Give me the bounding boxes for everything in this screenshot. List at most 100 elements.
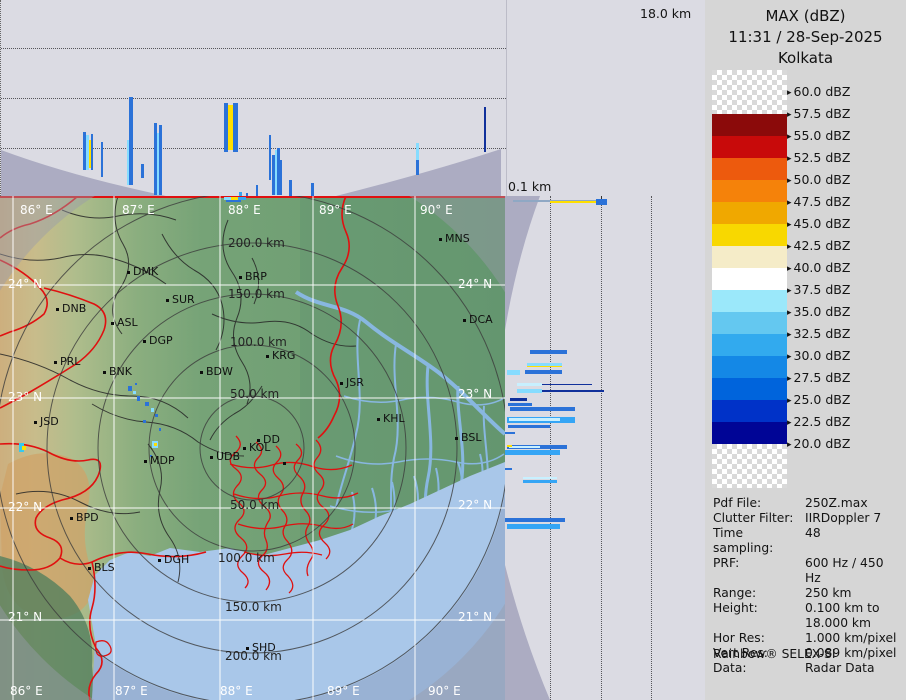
- station-label: PRL: [60, 355, 81, 368]
- echo-bar: [507, 524, 560, 529]
- echo-bar: [527, 366, 562, 367]
- info-value: 48: [805, 526, 821, 540]
- scale-label: ▸ 45.0 dBZ: [787, 216, 851, 231]
- echo-bar: [523, 477, 557, 479]
- echo-speck: [143, 420, 146, 423]
- scale-label: ▸ 57.5 dBZ: [787, 106, 851, 121]
- info-row: Hor Res: 1.000 km/pixel: [713, 631, 903, 646]
- scale-label: ▸ 37.5 dBZ: [787, 282, 851, 297]
- max-height-axis-label: 18.0 km: [640, 6, 692, 21]
- station-label: MNS: [445, 232, 470, 245]
- station-marker: [144, 460, 147, 463]
- echo-bar: [508, 403, 532, 406]
- scale-tick-arrow-icon: ▸: [787, 330, 792, 340]
- echo-bar: [505, 518, 565, 522]
- station-marker: [239, 276, 242, 279]
- height-gridline: [1, 48, 506, 49]
- info-value: 600 Hz / 450 Hz: [805, 556, 884, 585]
- echo-bar: [289, 180, 292, 196]
- echo-bar: [510, 407, 575, 411]
- info-row: Clutter Filter: IIRDoppler 7: [713, 511, 903, 526]
- station-label: DCA: [469, 313, 493, 326]
- range-ring-label: 150.0 km: [225, 600, 282, 614]
- coordinate-label: 23° N: [8, 390, 43, 404]
- coordinate-label: 86° E: [10, 684, 43, 698]
- station-marker: [143, 340, 146, 343]
- range-ring-label: 100.0 km: [230, 335, 287, 349]
- echo-bar: [484, 107, 486, 152]
- min-height-axis-label: 0.1 km: [508, 179, 552, 194]
- scale-swatch: [712, 246, 787, 268]
- height-gridline: [601, 196, 602, 700]
- station-label: BRP: [245, 270, 267, 283]
- scale-swatch: [712, 400, 787, 422]
- info-row: Range: 250 km: [713, 586, 903, 601]
- echo-bar: [509, 418, 560, 421]
- scale-label: ▸ 35.0 dBZ: [787, 304, 851, 319]
- info-value: Radar Data: [805, 661, 875, 675]
- scale-tick-arrow-icon: ▸: [787, 132, 792, 142]
- scale-swatch: [712, 180, 787, 202]
- scale-swatch: [712, 268, 787, 290]
- station-label: BDW: [206, 365, 233, 378]
- station-marker: [158, 559, 161, 562]
- coordinate-label: 90° E: [428, 684, 461, 698]
- info-row: PRF: 600 Hz / 450 Hz: [713, 556, 903, 586]
- station-marker: [377, 418, 380, 421]
- scale-tick-arrow-icon: ▸: [787, 286, 792, 296]
- scale-swatch: [712, 202, 787, 224]
- scale-tick-arrow-icon: ▸: [787, 374, 792, 384]
- echo-speck: [133, 391, 136, 394]
- station-marker: [127, 271, 130, 274]
- echo-bar: [525, 370, 562, 374]
- echo-speck: [155, 414, 158, 417]
- echo-speck: [137, 396, 140, 401]
- coordinate-label: 87° E: [115, 684, 148, 698]
- station-label: BPD: [76, 511, 99, 524]
- info-row: Height: 0.100 km to: [713, 601, 903, 616]
- station-label: BLS: [94, 561, 115, 574]
- scale-label: ▸ 40.0 dBZ: [787, 260, 851, 275]
- station-marker: [166, 299, 169, 302]
- coordinate-label: 87° E: [122, 203, 155, 217]
- echo-bar: [542, 384, 592, 385]
- echo-bar: [233, 103, 238, 152]
- side-height-profile-panel: [505, 196, 705, 700]
- info-label: Pdf File:: [713, 496, 762, 510]
- color-scale: [712, 70, 787, 488]
- echo-bar: [416, 143, 419, 160]
- scale-swatch: [712, 312, 787, 334]
- station-marker: [111, 322, 114, 325]
- echo-bar: [517, 383, 542, 386]
- coordinate-label: 24° N: [458, 277, 493, 291]
- echo-bar: [505, 468, 512, 470]
- scale-label: ▸ 20.0 dBZ: [787, 436, 851, 451]
- scale-label: ▸ 52.5 dBZ: [787, 150, 851, 165]
- station-label: ASL: [117, 316, 138, 329]
- echo-bar: [542, 390, 604, 392]
- range-ring-label: 50.0 km: [230, 387, 280, 401]
- radar-map: 200.0 km 150.0 km 100.0 km 50.0 km 50.0 km 10…: [0, 196, 505, 700]
- info-value: 250 km: [805, 586, 852, 600]
- legend-panel: MAX (dBZ) 11:31 / 28-Sep-2025 Kolkata ▸ 6…: [705, 0, 906, 700]
- info-row: Time sampling: 48: [713, 526, 903, 556]
- scale-swatch: [712, 136, 787, 158]
- range-ring-label: 100.0 km: [218, 551, 275, 565]
- echo-bar: [507, 370, 520, 375]
- info-value: 1.000 km/pixel: [805, 631, 897, 645]
- scale-label: ▸ 25.0 dBZ: [787, 392, 851, 407]
- station-marker: [246, 647, 249, 650]
- scale-tick-arrow-icon: ▸: [787, 352, 792, 362]
- scale-swatch: [712, 290, 787, 312]
- echo-speck: [151, 408, 154, 412]
- scale-label: ▸ 60.0 dBZ: [787, 84, 851, 99]
- station-marker: [54, 361, 57, 364]
- scale-tick-arrow-icon: ▸: [787, 264, 792, 274]
- echo-speck: [226, 200, 241, 202]
- echo-bar: [256, 185, 258, 196]
- scale-tick-arrow-icon: ▸: [787, 242, 792, 252]
- station-label: MDP: [150, 454, 175, 467]
- info-label: Hor Res:: [713, 631, 765, 645]
- range-ring-label: 200.0 km: [228, 236, 285, 250]
- station-label: DGH: [164, 553, 190, 566]
